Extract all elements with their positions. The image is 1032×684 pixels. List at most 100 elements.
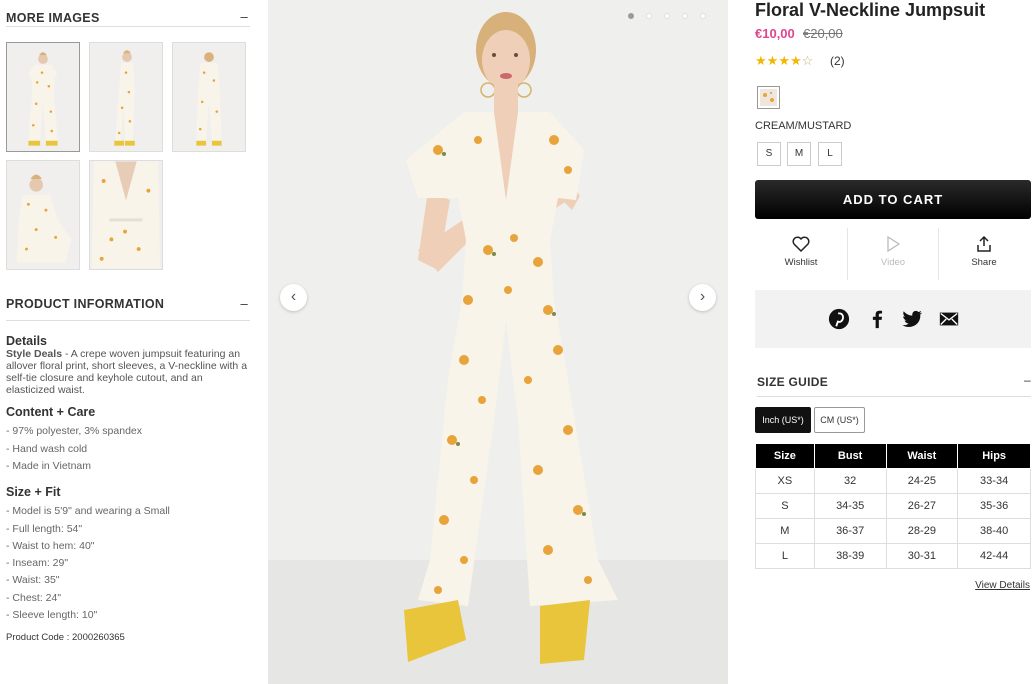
star-icon: ★ xyxy=(789,53,802,68)
collapse-icon[interactable]: – xyxy=(240,9,248,24)
size-fit-item: - Full length: 54" xyxy=(6,523,83,535)
carousel-dot[interactable] xyxy=(682,13,688,19)
table-cell: L xyxy=(755,543,815,569)
product-panel: Floral V-Neckline Jumpsuit €10,00 €20,00… xyxy=(755,0,1032,684)
model-photo xyxy=(268,0,728,684)
content-item: - Hand wash cold xyxy=(6,443,88,455)
carousel-dots xyxy=(628,13,706,19)
column-header: Hips xyxy=(957,443,1031,469)
more-images-header[interactable]: MORE IMAGES – xyxy=(6,3,250,27)
size-fit-item: - Waist: 35" xyxy=(6,574,60,586)
thumbnail-side[interactable] xyxy=(89,42,163,152)
thumbnail-seated[interactable] xyxy=(6,160,80,270)
carousel-dot[interactable] xyxy=(700,13,706,19)
table-cell: 30-31 xyxy=(885,543,959,569)
table-header-row: Size Bust Waist Hips xyxy=(755,443,1031,469)
left-column: MORE IMAGES – PRODUCT INFORMATION – Deta… xyxy=(0,0,258,684)
details-heading: Details xyxy=(6,334,47,348)
size-option-m[interactable]: M xyxy=(787,142,811,166)
size-guide-table: Size Bust Waist Hips XS 32 24-25 33-34 S… xyxy=(755,443,1031,569)
size-fit-item: - Waist to hem: 40" xyxy=(6,540,95,552)
collapse-icon[interactable]: – xyxy=(1024,373,1031,387)
chevron-left-icon: ‹ xyxy=(290,288,297,305)
thumbnail-detail[interactable] xyxy=(89,160,163,270)
size-option-s[interactable]: S xyxy=(757,142,781,166)
content-care-heading: Content + Care xyxy=(6,405,96,419)
star-icon: ★ xyxy=(778,53,790,68)
next-image-button[interactable]: › xyxy=(689,284,716,311)
wishlist-label: Wishlist xyxy=(784,257,818,268)
unit-inch-button[interactable]: Inch (US*) xyxy=(755,407,811,433)
review-count[interactable]: (2) xyxy=(830,54,845,68)
prev-image-button[interactable]: ‹ xyxy=(280,284,307,311)
table-cell: 34-35 xyxy=(813,493,887,519)
table-cell: XS xyxy=(755,468,815,494)
swatch-pattern xyxy=(760,89,777,106)
table-cell: S xyxy=(755,493,815,519)
star-empty-icon: ☆ xyxy=(801,53,814,68)
table-cell: 38-39 xyxy=(813,543,887,569)
table-row: S 34-35 26-27 35-36 xyxy=(755,493,1031,519)
column-header: Bust xyxy=(813,443,887,469)
size-fit-item: - Inseam: 29" xyxy=(6,557,69,569)
color-swatch[interactable] xyxy=(757,86,780,109)
unit-cm-button[interactable]: CM (US*) xyxy=(814,407,865,433)
content-item: - 97% polyester, 3% spandex xyxy=(6,425,142,437)
product-code: Product Code : 2000260365 xyxy=(6,632,125,643)
table-cell: 26-27 xyxy=(885,493,959,519)
pinterest-icon[interactable] xyxy=(827,308,851,330)
social-share-bar xyxy=(755,290,1031,348)
selected-color-name: CREAM/MUSTARD xyxy=(755,120,852,132)
thumbnail-front[interactable] xyxy=(6,42,80,152)
size-fit-item: - Chest: 24" xyxy=(6,592,62,604)
table-cell: 33-34 xyxy=(957,468,1031,494)
share-icon xyxy=(977,236,991,252)
rating-stars[interactable]: ★★★★☆ xyxy=(755,53,813,69)
size-fit-item: - Sleeve length: 10" xyxy=(6,609,98,621)
email-icon[interactable] xyxy=(937,308,961,330)
product-title: Floral V-Neckline Jumpsuit xyxy=(755,0,986,20)
table-row: L 38-39 30-31 42-44 xyxy=(755,543,1031,569)
size-fit-heading: Size + Fit xyxy=(6,485,61,499)
more-images-title: MORE IMAGES xyxy=(6,11,100,25)
table-cell: 35-36 xyxy=(957,493,1031,519)
thumbnail-back[interactable] xyxy=(172,42,246,152)
original-price: €20,00 xyxy=(803,26,843,41)
details-text: Style Deals - A crepe woven jumpsuit fea… xyxy=(6,348,248,396)
facebook-icon[interactable] xyxy=(865,308,889,330)
collapse-icon[interactable]: – xyxy=(240,296,248,311)
size-fit-item: - Model is 5'9" and wearing a Small xyxy=(6,505,170,517)
table-cell: 24-25 xyxy=(885,468,959,494)
carousel-dot[interactable] xyxy=(646,13,652,19)
column-header: Waist xyxy=(885,443,959,469)
share-label: Share xyxy=(971,257,997,268)
carousel-dot[interactable] xyxy=(628,13,634,19)
size-option-l[interactable]: L xyxy=(818,142,842,166)
table-cell: M xyxy=(755,518,815,544)
video-label: Video xyxy=(880,257,906,268)
star-icon: ★ xyxy=(755,53,767,68)
table-cell: 28-29 xyxy=(885,518,959,544)
table-cell: 38-40 xyxy=(957,518,1031,544)
table-row: M 36-37 28-29 38-40 xyxy=(755,518,1031,544)
chevron-right-icon: › xyxy=(699,288,706,305)
wishlist-button[interactable]: Wishlist xyxy=(756,232,846,280)
sale-price: €10,00 xyxy=(755,26,795,41)
product-info-title: PRODUCT INFORMATION xyxy=(6,297,165,311)
column-header: Size xyxy=(755,443,815,469)
play-icon xyxy=(887,236,901,252)
table-cell: 32 xyxy=(813,468,887,494)
size-guide-header[interactable]: SIZE GUIDE – xyxy=(757,370,1031,397)
twitter-icon[interactable] xyxy=(900,308,924,330)
content-item: - Made in Vietnam xyxy=(6,460,92,472)
video-button[interactable]: Video xyxy=(848,232,938,280)
view-details-link[interactable]: View Details xyxy=(975,580,1030,591)
product-info-header[interactable]: PRODUCT INFORMATION – xyxy=(6,291,250,321)
table-cell: 42-44 xyxy=(957,543,1031,569)
main-product-image[interactable]: ‹ › xyxy=(268,0,728,684)
share-button[interactable]: Share xyxy=(939,232,1029,280)
carousel-dot[interactable] xyxy=(664,13,670,19)
add-to-cart-button[interactable]: ADD TO CART xyxy=(755,180,1031,219)
table-row: XS 32 24-25 33-34 xyxy=(755,468,1031,494)
table-cell: 36-37 xyxy=(813,518,887,544)
